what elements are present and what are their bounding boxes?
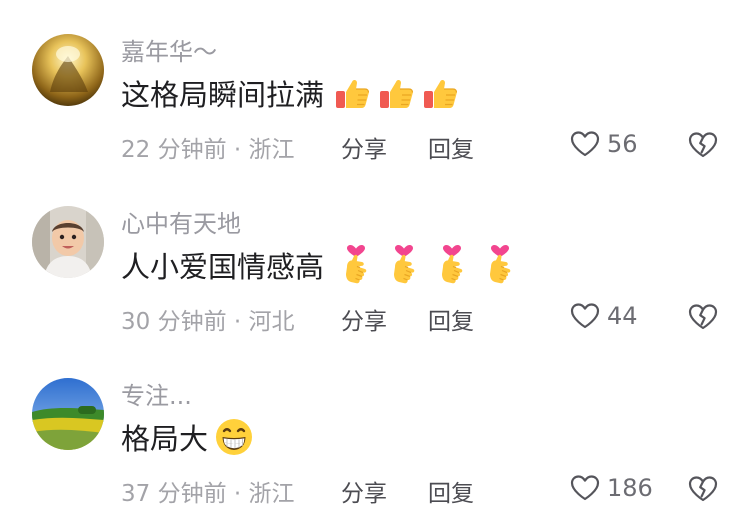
heart-outline-icon (569, 472, 601, 504)
username[interactable]: 心中有天地 (121, 204, 241, 239)
comment-text: 人小爱国情感高 (121, 244, 520, 286)
thumbs-up-emoji (332, 73, 372, 113)
finger-heart-emoji (384, 245, 424, 285)
comment-text-label: 格局大 (121, 422, 209, 456)
finger-heart-emoji (480, 245, 520, 285)
like-button[interactable]: 44 (569, 300, 638, 332)
avatar[interactable] (32, 206, 104, 278)
time-location: 30 分钟前 · 河北 (121, 309, 295, 335)
finger-heart-emoji (336, 245, 376, 285)
grinning-face-emoji (214, 417, 254, 457)
landscape-photo-avatar (32, 378, 104, 450)
avatar[interactable] (32, 378, 104, 450)
username[interactable]: 专注... (121, 376, 192, 411)
heart-outline-icon (569, 300, 601, 332)
comment-text-label: 人小爱国情感高 (121, 250, 325, 284)
username[interactable]: 嘉年华～ (121, 32, 217, 67)
baby-photo-avatar (32, 206, 104, 278)
like-button[interactable]: 56 (569, 128, 638, 160)
comment-text-label: 这格局瞬间拉满 (121, 78, 325, 112)
thumbs-up-emoji (376, 73, 416, 113)
emoji-group (328, 245, 520, 285)
emoji-group (212, 417, 254, 457)
comment-text: 这格局瞬间拉满 (121, 72, 460, 114)
golden-abstract-avatar (32, 34, 104, 106)
comment-meta: 30 分钟前 · 河北 分享 回复 44 (121, 300, 731, 335)
broken-heart-icon[interactable] (687, 301, 719, 333)
share-button[interactable]: 分享 (341, 474, 387, 508)
like-count: 56 (607, 130, 638, 158)
time-location: 22 分钟前 · 浙江 (121, 137, 295, 163)
like-button[interactable]: 186 (569, 472, 653, 504)
time-location: 37 分钟前 · 浙江 (121, 481, 295, 507)
like-count: 44 (607, 302, 638, 330)
broken-heart-icon[interactable] (687, 473, 719, 505)
finger-heart-emoji (432, 245, 472, 285)
comment-text: 格局大 (121, 416, 254, 458)
share-button[interactable]: 分享 (341, 130, 387, 164)
comment-meta: 37 分钟前 · 浙江 分享 回复 186 (121, 472, 731, 507)
like-count: 186 (607, 474, 653, 502)
reply-button[interactable]: 回复 (428, 130, 474, 164)
avatar[interactable] (32, 34, 104, 106)
reply-button[interactable]: 回复 (428, 302, 474, 336)
thumbs-up-emoji (420, 73, 460, 113)
share-button[interactable]: 分享 (341, 302, 387, 336)
broken-heart-icon[interactable] (687, 129, 719, 161)
comment-meta: 22 分钟前 · 浙江 分享 回复 56 (121, 128, 731, 163)
heart-outline-icon (569, 128, 601, 160)
reply-button[interactable]: 回复 (428, 474, 474, 508)
emoji-group (328, 73, 460, 113)
